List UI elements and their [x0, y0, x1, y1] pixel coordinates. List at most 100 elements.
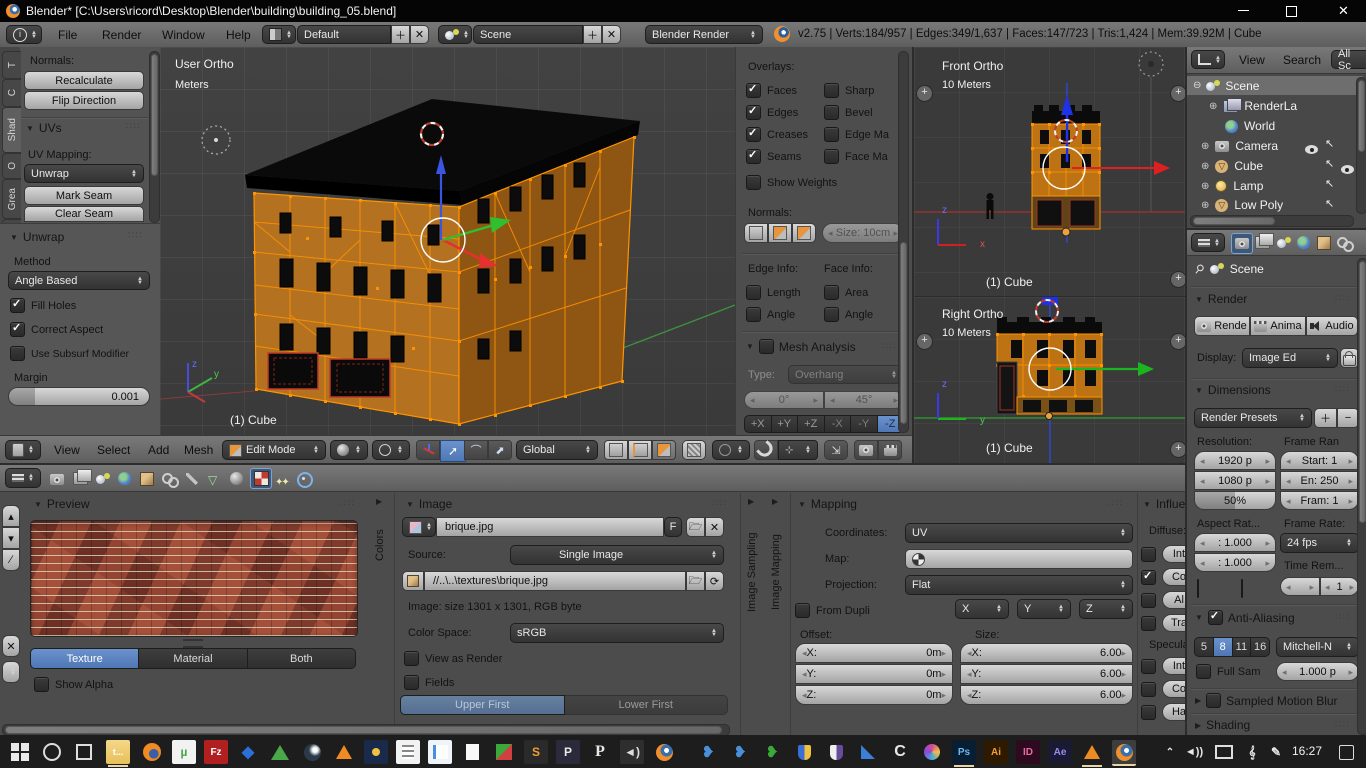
outliner-vscrollbar[interactable] — [1356, 77, 1366, 214]
delete-scene-button[interactable]: ✕ — [602, 25, 621, 44]
panel-grip[interactable] — [126, 121, 141, 132]
vlc-icon[interactable] — [332, 740, 356, 764]
tab-render[interactable] — [1231, 233, 1253, 254]
recovery-tool2-icon[interactable]: ❥ — [728, 740, 752, 764]
vertex-normals-button[interactable] — [744, 223, 768, 243]
diffuse-translucency-slider[interactable]: Tra — [1162, 614, 1185, 632]
aspect-y-field[interactable]: : 1.000 — [1194, 553, 1276, 572]
clear-seam-button[interactable]: Clear Seam — [24, 206, 144, 222]
tab-constraints[interactable] — [1337, 236, 1351, 254]
aftereffects-icon[interactable]: Ae — [1048, 740, 1072, 764]
panel-grip[interactable] — [1335, 719, 1350, 730]
image-panel-header[interactable]: Image — [406, 497, 452, 511]
tab-object[interactable] — [1317, 236, 1331, 255]
outliner-filter-dropdown[interactable]: All Sc — [1331, 50, 1366, 69]
steam-icon[interactable] — [300, 740, 324, 764]
selectability-icon[interactable] — [1325, 177, 1334, 190]
from-dupli-checkbox[interactable] — [795, 603, 810, 618]
texture-unlink-button[interactable]: ✕ — [2, 635, 20, 657]
building-model[interactable] — [160, 47, 735, 435]
panel-grip[interactable] — [1335, 293, 1350, 304]
offset-y-field[interactable]: Y:0m — [795, 664, 953, 684]
method-dropdown[interactable]: Angle Based — [8, 271, 150, 290]
texture-slot-down-button[interactable]: ▾ — [2, 527, 20, 549]
collapse-icon[interactable]: ⊖ — [1193, 80, 1201, 91]
fill-holes-checkbox[interactable] — [10, 298, 25, 313]
source-dropdown[interactable]: Single Image — [510, 545, 724, 565]
panel-grip[interactable] — [1108, 498, 1123, 509]
editor-type-dropdown[interactable]: i — [6, 25, 42, 44]
aspect-x-field[interactable]: : 1.000 — [1194, 533, 1276, 552]
expand-icon[interactable]: ⊕ — [1201, 141, 1209, 152]
fake-user-button[interactable]: F — [664, 517, 682, 537]
reload-image-button[interactable]: ⟳ — [705, 571, 724, 591]
render-panel-header[interactable]: Render — [1195, 292, 1247, 306]
blender-app-icon[interactable] — [652, 740, 676, 764]
diffuse-translucency-checkbox[interactable] — [1141, 616, 1156, 631]
delete-layout-button[interactable]: ✕ — [410, 25, 429, 44]
screen-layout-name[interactable]: Default — [297, 25, 391, 44]
right-ortho-viewport[interactable]: Right Ortho 10 Meters z y (1) Cube — [912, 297, 1187, 463]
shading-panel-header[interactable]: Shading — [1195, 718, 1250, 732]
sublime-icon[interactable]: S — [524, 740, 548, 764]
outliner-row-lamp[interactable]: ⊕ Lamp — [1201, 177, 1263, 195]
size-x-field[interactable]: X:6.00 — [960, 643, 1133, 663]
colors-panel-label[interactable]: Colors — [374, 515, 386, 575]
opengl-animation-button[interactable] — [878, 440, 902, 460]
toolshelf-tab-grease[interactable]: Grea — [2, 179, 21, 219]
start-button[interactable] — [8, 740, 32, 764]
tab-material[interactable] — [230, 472, 243, 490]
axis-minus-x[interactable]: -X — [825, 415, 852, 433]
expand-icon[interactable]: ⊕ — [1201, 181, 1209, 192]
open-image-button[interactable]: 🗁 — [686, 517, 705, 537]
margin-slider[interactable]: 0.001 — [8, 387, 150, 406]
main-3d-viewport[interactable]: User Ortho Meters z y (1) Cube — [160, 47, 735, 435]
outliner-menu-search[interactable]: Search — [1283, 53, 1321, 67]
bevel-checkbox[interactable] — [824, 105, 839, 120]
tray-display-icon[interactable] — [1212, 740, 1236, 764]
axis-z-dropdown[interactable]: Z — [1079, 599, 1133, 619]
outliner-row-camera[interactable]: ⊕ Camera — [1201, 137, 1278, 155]
outliner-row-cube[interactable]: ⊕ Cube — [1201, 157, 1263, 175]
animation-button[interactable]: Anima — [1250, 316, 1306, 336]
menu-help[interactable]: Help — [226, 28, 251, 42]
properties-editor-dropdown[interactable] — [1191, 233, 1225, 252]
toolshelf-tab-tools[interactable]: T — [2, 51, 21, 79]
resolution-y-field[interactable]: 1080 p — [1194, 471, 1276, 490]
outliner-row-lowpoly[interactable]: ⊕ Low Poly — [1201, 197, 1283, 213]
image-sampling-panel-header[interactable] — [748, 497, 754, 506]
manipulator-scale-button[interactable]: ⬈ — [488, 440, 512, 460]
tab-modifiers[interactable] — [186, 472, 198, 490]
media-app-icon[interactable]: ◄) — [620, 740, 644, 764]
tab-particles[interactable] — [275, 472, 289, 490]
face-angle-checkbox[interactable] — [824, 307, 839, 322]
tray-pen-icon[interactable]: ✎ — [1264, 740, 1288, 764]
texture-slot-up-button[interactable]: ▴ — [2, 505, 20, 527]
unlink-image-button[interactable]: ✕ — [705, 517, 724, 537]
outliner-row-world[interactable]: World — [1225, 117, 1275, 135]
motion-blur-panel-header[interactable]: Sampled Motion Blur — [1195, 693, 1338, 708]
tab-scene[interactable] — [1277, 236, 1291, 254]
axis-x-dropdown[interactable]: X — [955, 599, 1009, 619]
full-sample-checkbox[interactable] — [1196, 664, 1211, 679]
shield1-icon[interactable] — [792, 740, 816, 764]
toolshelf-tab-create[interactable]: C — [2, 79, 21, 107]
visibility-icon[interactable] — [1305, 145, 1318, 154]
panel-grip[interactable] — [1335, 612, 1350, 623]
axis-minus-y[interactable]: -Y — [851, 415, 878, 433]
ccleaner-icon[interactable]: C — [888, 740, 912, 764]
specular-color-slider[interactable]: Co — [1162, 680, 1185, 698]
aa-samples-16[interactable]: 16 — [1251, 637, 1270, 657]
vlc2-icon[interactable] — [1080, 740, 1104, 764]
loose-normals-button[interactable] — [768, 223, 792, 243]
image-name-field[interactable]: brique.jpg — [436, 517, 664, 537]
viewport-menu-add[interactable]: Add — [148, 443, 169, 457]
filezilla-icon[interactable]: Fz — [204, 740, 228, 764]
show-weights-checkbox[interactable] — [746, 175, 761, 190]
creases-checkbox[interactable] — [746, 127, 761, 142]
toolshelf-scrollbar[interactable] — [149, 51, 160, 223]
crop-checkbox[interactable] — [1241, 579, 1243, 598]
keepass-icon[interactable] — [364, 740, 388, 764]
scene-name[interactable]: Scene — [473, 25, 583, 44]
path-icon-button[interactable] — [402, 571, 424, 591]
